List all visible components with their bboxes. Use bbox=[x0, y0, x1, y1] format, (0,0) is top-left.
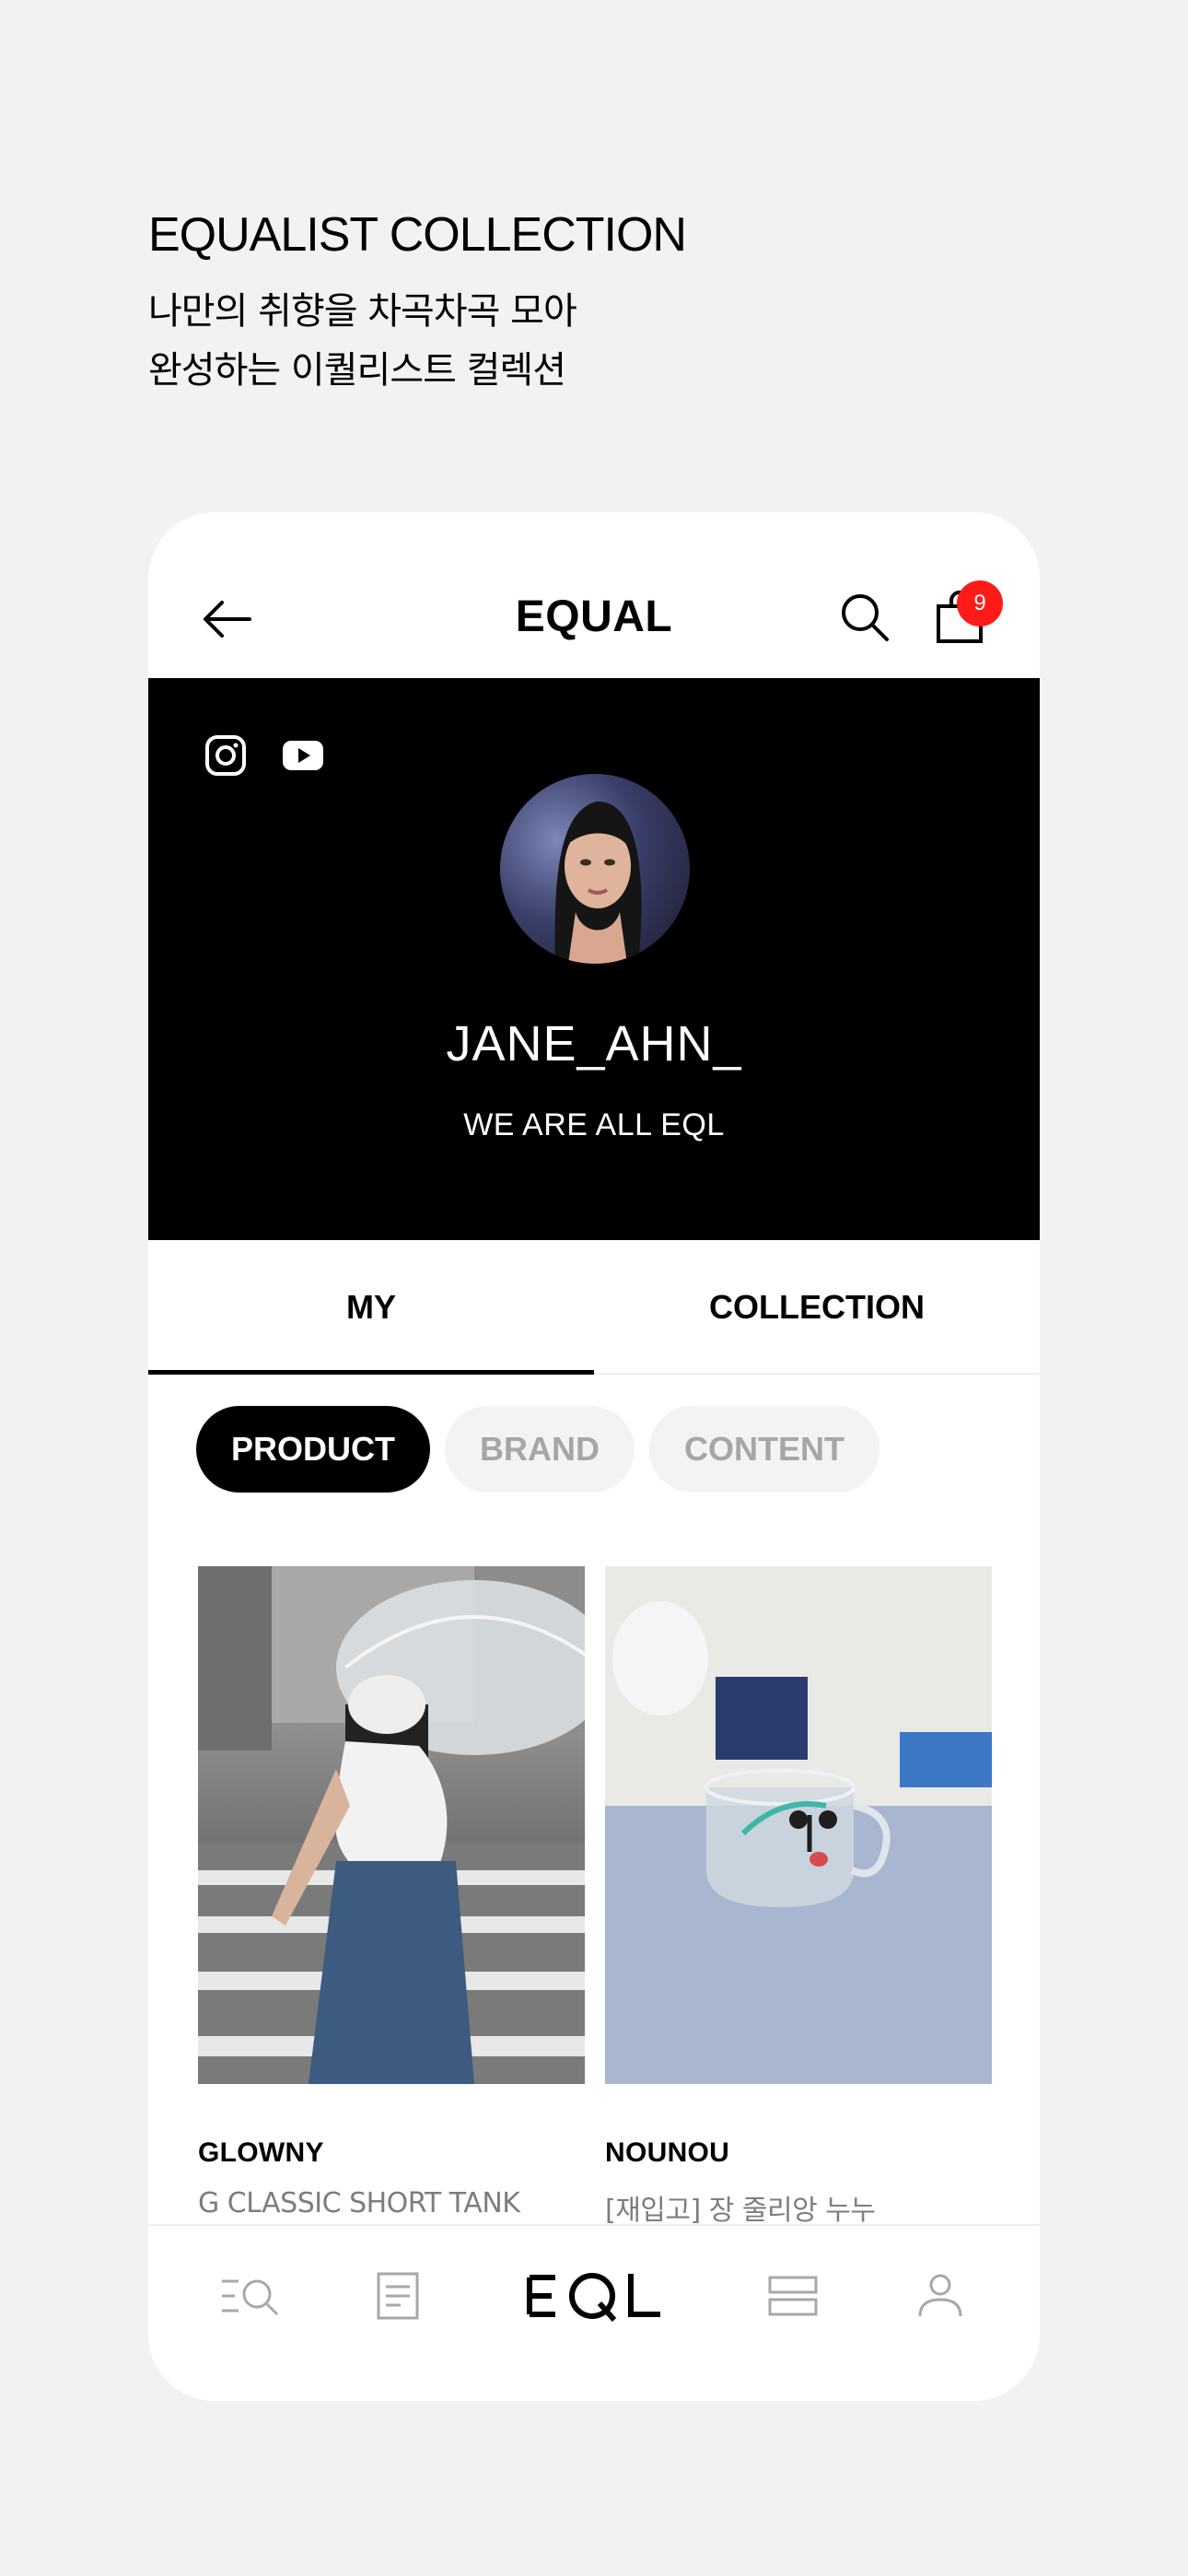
chip-product[interactable]: PRODUCT bbox=[196, 1406, 430, 1493]
instagram-button[interactable] bbox=[204, 733, 248, 778]
profile-tagline: WE ARE ALL EQL bbox=[463, 1107, 725, 1142]
chip-brand[interactable]: BRAND bbox=[445, 1406, 635, 1493]
product-card[interactable]: GLOWNY G CLASSIC SHORT TANK bbox=[198, 1566, 585, 2219]
nav-layers[interactable] bbox=[767, 2268, 819, 2324]
product-photo-street bbox=[198, 1566, 585, 2084]
promo-title: EQUALIST COLLECTION bbox=[148, 208, 687, 262]
promo-subtitle-line2: 완성하는 이퀄리스트 컬렉션 bbox=[148, 349, 566, 392]
product-image[interactable] bbox=[605, 1566, 992, 2084]
filter-chips: PRODUCT BRAND CONTENT bbox=[196, 1406, 879, 1493]
product-brand: GLOWNY bbox=[198, 2137, 324, 2168]
search-menu-icon bbox=[222, 2279, 279, 2316]
profile-icon bbox=[918, 2274, 962, 2317]
app-header: EQUAL 9 bbox=[148, 512, 1040, 678]
nav-search-menu[interactable] bbox=[220, 2268, 285, 2324]
header-title: EQUAL bbox=[515, 592, 673, 641]
promo-subtitle-line1: 나만의 취향을 차곡차곡 모아 bbox=[148, 290, 577, 333]
nav-home[interactable] bbox=[526, 2268, 664, 2324]
layers-icon bbox=[768, 2276, 818, 2316]
product-name: G CLASSIC SHORT TANK bbox=[198, 2187, 520, 2219]
cart-count-badge: 9 bbox=[957, 580, 1003, 626]
tab-my[interactable]: MY bbox=[148, 1240, 594, 1375]
tab-collection[interactable]: COLLECTION bbox=[594, 1240, 1040, 1373]
search-button[interactable] bbox=[837, 590, 892, 645]
youtube-button[interactable] bbox=[281, 737, 325, 774]
profile-tabs: MY COLLECTION bbox=[148, 1240, 1040, 1375]
youtube-icon bbox=[283, 741, 323, 770]
profile-banner: JANE_AHN_ WE ARE ALL EQL bbox=[148, 678, 1040, 1240]
product-photo-mug bbox=[605, 1566, 992, 2084]
bottom-navigation bbox=[148, 2224, 1040, 2401]
avatar bbox=[500, 774, 690, 964]
avatar-portrait-image bbox=[554, 801, 642, 964]
nav-feed[interactable] bbox=[375, 2268, 421, 2324]
phone-screen: EQUAL 9 JANE_AHN_ WE ARE ALL EQL MY COLL… bbox=[148, 512, 1040, 2401]
product-brand: NOUNOU bbox=[605, 2137, 730, 2168]
product-card[interactable]: NOUNOU [재입고] 장 줄리앙 누누 bbox=[605, 1566, 992, 2228]
search-icon bbox=[842, 594, 889, 641]
promo-header: EQUALIST COLLECTION 나만의 취향을 차곡차곡 모아 완성하는… bbox=[148, 205, 1069, 400]
document-icon bbox=[377, 2272, 419, 2320]
promo-subtitle: 나만의 취향을 차곡차곡 모아 완성하는 이퀄리스트 컬렉션 bbox=[148, 282, 1069, 400]
eql-home-logo bbox=[527, 2273, 660, 2322]
instagram-icon bbox=[205, 735, 246, 776]
profile-username: JANE_AHN_ bbox=[446, 1016, 742, 1071]
product-image[interactable] bbox=[198, 1566, 585, 2084]
nav-profile[interactable] bbox=[914, 2268, 966, 2324]
chip-content[interactable]: CONTENT bbox=[649, 1406, 879, 1493]
product-name: [재입고] 장 줄리앙 누누 bbox=[605, 2195, 876, 2227]
